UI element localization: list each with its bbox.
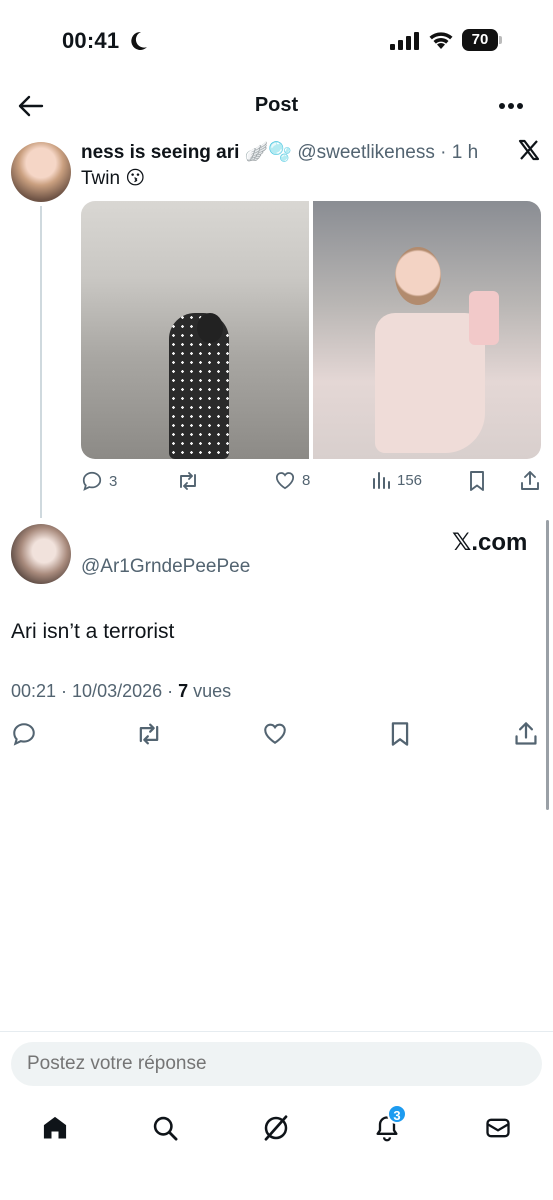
quoted-author-emojis: 🪽🫧 [244, 142, 293, 163]
repost-icon [139, 723, 159, 745]
heart-icon [264, 723, 286, 744]
reply-post-actions [11, 721, 541, 747]
reply-author-handle[interactable]: @Ar1GrndePeePee [81, 556, 250, 578]
like-action[interactable]: 8 [274, 470, 310, 490]
analytics-icon [373, 472, 390, 489]
repost-action[interactable] [176, 470, 200, 492]
share-button[interactable] [513, 721, 539, 747]
x-logo-icon [517, 138, 541, 162]
divider [0, 1031, 553, 1032]
bookmark-icon [391, 722, 409, 746]
reply-post-text: Ari isn’t a terrorist [11, 620, 175, 643]
reply-action[interactable]: 3 [81, 470, 117, 492]
reply-author-avatar[interactable] [11, 524, 71, 584]
bottom-nav: 3 [0, 1104, 553, 1150]
more-options-button[interactable] [498, 102, 524, 110]
nav-grok[interactable] [254, 1106, 298, 1150]
quoted-post-actions: 3 8 156 [81, 470, 541, 492]
bookmark-button[interactable] [389, 721, 411, 747]
separator-dot: · [440, 142, 447, 163]
like-count: 8 [302, 471, 311, 489]
search-icon [153, 1116, 178, 1141]
thread-line [40, 206, 42, 518]
bookmark-icon [470, 471, 484, 491]
moon-icon [128, 30, 148, 52]
heart-icon [275, 472, 295, 490]
quoted-author-avatar[interactable] [11, 142, 71, 202]
reply-icon [13, 723, 35, 746]
page-title: Post [254, 94, 299, 116]
notification-badge: 3 [387, 1104, 407, 1124]
battery-level: 70 [462, 29, 498, 51]
post-views-count: 7 [178, 681, 189, 701]
share-action[interactable] [519, 470, 541, 492]
nav-home[interactable] [33, 1106, 77, 1150]
post-timestamp: 00:21 · 10/03/2026 · [11, 681, 179, 701]
share-icon [521, 471, 539, 490]
like-button[interactable] [262, 721, 288, 745]
back-button[interactable] [18, 94, 44, 118]
x-com-watermark: 𝕏.com [452, 529, 528, 556]
battery-icon: 70 [462, 29, 502, 51]
quoted-post-header: ness is seeing ari 🪽🫧 @sweetlikeness · 1… [81, 140, 478, 164]
reply-input[interactable] [11, 1042, 542, 1086]
repost-button[interactable] [135, 721, 163, 747]
nav-notifications[interactable]: 3 [365, 1104, 409, 1150]
media-photo-1[interactable] [81, 201, 309, 459]
repost-icon [180, 472, 196, 490]
media-photo-2[interactable] [313, 201, 541, 459]
quoted-post-media[interactable] [81, 201, 541, 459]
reply-count: 3 [109, 472, 118, 490]
share-icon [515, 722, 537, 745]
views-count: 156 [397, 471, 423, 489]
nav-messages[interactable] [476, 1106, 520, 1150]
views-action[interactable]: 156 [371, 470, 422, 490]
quoted-post-text: Twin 😗 [81, 168, 146, 189]
reply-button[interactable] [11, 721, 37, 747]
nav-search[interactable] [143, 1106, 187, 1150]
quoted-author-handle[interactable]: @sweetlikeness [297, 142, 435, 163]
post-meta: 00:21 · 10/03/2026 · 7 vues [11, 681, 231, 702]
home-icon [43, 1116, 67, 1139]
quoted-post-time[interactable]: 1 h [452, 142, 478, 163]
wifi-icon [428, 30, 454, 50]
scrollbar[interactable] [546, 520, 549, 810]
grok-icon [264, 1115, 288, 1141]
mail-icon [486, 1118, 510, 1138]
more-dots-icon [499, 103, 523, 109]
status-time: 00:41 [62, 28, 120, 53]
bookmark-action[interactable] [468, 470, 486, 492]
quoted-author-name[interactable]: ness is seeing ari [81, 142, 239, 163]
arrow-left-icon [18, 95, 44, 117]
post-views-label: vues [188, 681, 232, 701]
cellular-signal-icon [390, 32, 420, 50]
reply-icon [82, 471, 102, 491]
